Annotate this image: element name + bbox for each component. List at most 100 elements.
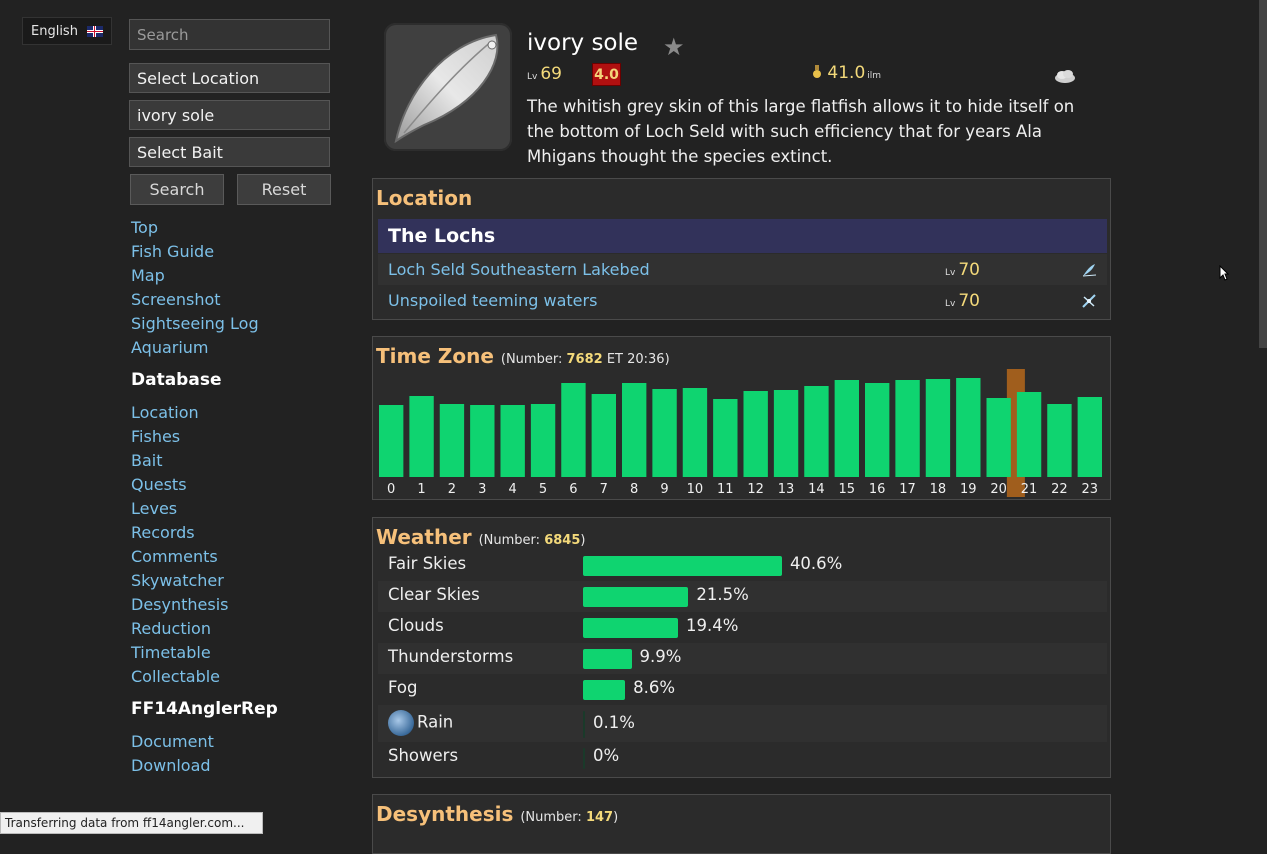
nav-reduction[interactable]: Reduction (131, 617, 228, 641)
location-title: Location (376, 186, 473, 210)
timezone-bar (895, 380, 920, 477)
spot-level: Lv 70 (945, 291, 980, 311)
nav-timetable[interactable]: Timetable (131, 641, 228, 665)
bait-select[interactable]: Select Bait (129, 137, 330, 167)
uk-flag-icon (87, 26, 103, 37)
hour-tick-label: 3 (478, 482, 486, 497)
timezone-bar (956, 378, 981, 477)
weather-name-text: Fair Skies (388, 554, 467, 573)
weather-name: Showers (388, 746, 458, 765)
timezone-subtitle: (Number: 7682 ET 20:36) (501, 352, 670, 367)
fish-size: 41.0 ilm (812, 63, 881, 83)
desynthesis-number: 147 (585, 810, 614, 825)
angler-nav: Document Download (131, 730, 214, 778)
spot-level-value: 70 (958, 259, 980, 280)
weather-name: Clear Skies (388, 585, 480, 604)
weather-percentage: 19.4% (686, 616, 739, 635)
nav-fish-guide[interactable]: Fish Guide (131, 240, 259, 264)
nav-top[interactable]: Top (131, 216, 259, 240)
nav-screenshot[interactable]: Screenshot (131, 288, 259, 312)
weather-probability-bar (583, 587, 689, 607)
nav-bait[interactable]: Bait (131, 449, 228, 473)
nav-comments[interactable]: Comments (131, 545, 228, 569)
nav-document[interactable]: Document (131, 730, 214, 754)
timezone-bar (439, 404, 465, 477)
fish-size-value: 41.0 (827, 63, 866, 83)
location-select[interactable]: Select Location (129, 63, 330, 93)
hour-tick-label: 7 (600, 482, 608, 497)
fish-select-value: ivory sole (137, 105, 215, 125)
search-button[interactable]: Search (130, 174, 224, 205)
weather-name-text: Clouds (388, 616, 444, 635)
weather-row: Fair Skies 40.6% (378, 550, 1107, 581)
desynthesis-title: Desynthesis (Number: 147) (376, 802, 618, 826)
timezone-number: 7682 (566, 352, 603, 367)
fishing-spot-link[interactable]: Loch Seld Southeastern Lakebed (388, 260, 650, 279)
nav-map[interactable]: Map (131, 264, 259, 288)
hour-tick-label: 12 (747, 482, 764, 497)
weather-probability-bar (583, 649, 632, 669)
reset-button[interactable]: Reset (237, 174, 331, 205)
timezone-title-text: Time Zone (376, 344, 494, 368)
favorite-star-icon[interactable]: ★ (663, 33, 685, 61)
scrollbar-thumb[interactable] (1259, 0, 1267, 348)
search-input[interactable]: Search (129, 19, 330, 50)
weather-name: Fair Skies (388, 554, 466, 573)
nav-aquarium[interactable]: Aquarium (131, 336, 259, 360)
fishing-spot-row: Loch Seld Southeastern Lakebed Lv 70 (378, 254, 1107, 285)
hour-tick-label: 1 (417, 482, 425, 497)
fish-select[interactable]: ivory sole (129, 100, 330, 130)
fish-level: Lv 69 (527, 64, 562, 84)
weather-name-text: Fog (388, 678, 418, 697)
bait-select-label: Select Bait (137, 142, 223, 162)
weather-percentage: 9.9% (639, 647, 682, 666)
desynthesis-subtitle: (Number: 147) (520, 810, 618, 825)
medal-icon (813, 65, 821, 78)
database-nav: Location Fishes Bait Quests Leves Record… (131, 401, 228, 689)
main-nav: Top Fish Guide Map Screenshot Sightseein… (131, 216, 259, 360)
spot-level: Lv 70 (945, 260, 980, 280)
fish-name: ivory sole (527, 30, 639, 56)
weather-close-paren: ) (580, 533, 586, 548)
fish-description: The whitish grey skin of this large flat… (527, 97, 1075, 166)
timezone-bar (682, 388, 708, 477)
fishing-spot-row: Unspoiled teeming waters Lv 70 (378, 285, 1107, 316)
timezone-bar (713, 399, 738, 477)
nav-quests[interactable]: Quests (131, 473, 228, 497)
timezone-bar (925, 379, 951, 477)
timezone-bar (1047, 404, 1072, 477)
desynthesis-panel: Desynthesis (Number: 147) (372, 794, 1111, 854)
hour-tick-label: 22 (1051, 482, 1068, 497)
nav-collectable[interactable]: Collectable (131, 665, 228, 689)
nav-leves[interactable]: Leves (131, 497, 228, 521)
weather-row: Clear Skies 21.5% (378, 581, 1107, 612)
fishing-spot-link[interactable]: Unspoiled teeming waters (388, 291, 597, 310)
timezone-bar (834, 380, 859, 477)
hour-tick-label: 6 (569, 482, 577, 497)
weather-name: Clouds (388, 616, 444, 635)
language-selector[interactable]: English (22, 17, 112, 45)
zone-name[interactable]: The Lochs (378, 219, 1107, 253)
weather-subtitle: (Number: 6845) (479, 533, 586, 548)
weather-row: Thunderstorms 9.9% (378, 643, 1107, 674)
nav-records[interactable]: Records (131, 521, 228, 545)
nav-location[interactable]: Location (131, 401, 228, 425)
nav-desynthesis[interactable]: Desynthesis (131, 593, 228, 617)
weather-row: Fog 8.6% (378, 674, 1107, 705)
nav-sightseeing-log[interactable]: Sightseeing Log (131, 312, 259, 336)
browser-status-bar: Transferring data from ff14angler.com... (0, 812, 263, 834)
nav-fishes[interactable]: Fishes (131, 425, 228, 449)
weather-probability-bar (583, 618, 679, 638)
level-prefix: Lv (527, 72, 538, 82)
language-label: English (31, 23, 78, 39)
fish-image-icon (384, 23, 512, 151)
eorzea-time: ET 20:36) (606, 352, 670, 367)
timezone-bar (1077, 397, 1102, 477)
nav-skywatcher[interactable]: Skywatcher (131, 569, 228, 593)
nav-download[interactable]: Download (131, 754, 214, 778)
hour-tick-label: 8 (630, 482, 638, 497)
hour-tick-label: 0 (387, 482, 395, 497)
rain-weather-icon (388, 710, 414, 736)
weather-name: Thunderstorms (388, 647, 513, 666)
weather-percentage: 21.5% (696, 585, 749, 604)
